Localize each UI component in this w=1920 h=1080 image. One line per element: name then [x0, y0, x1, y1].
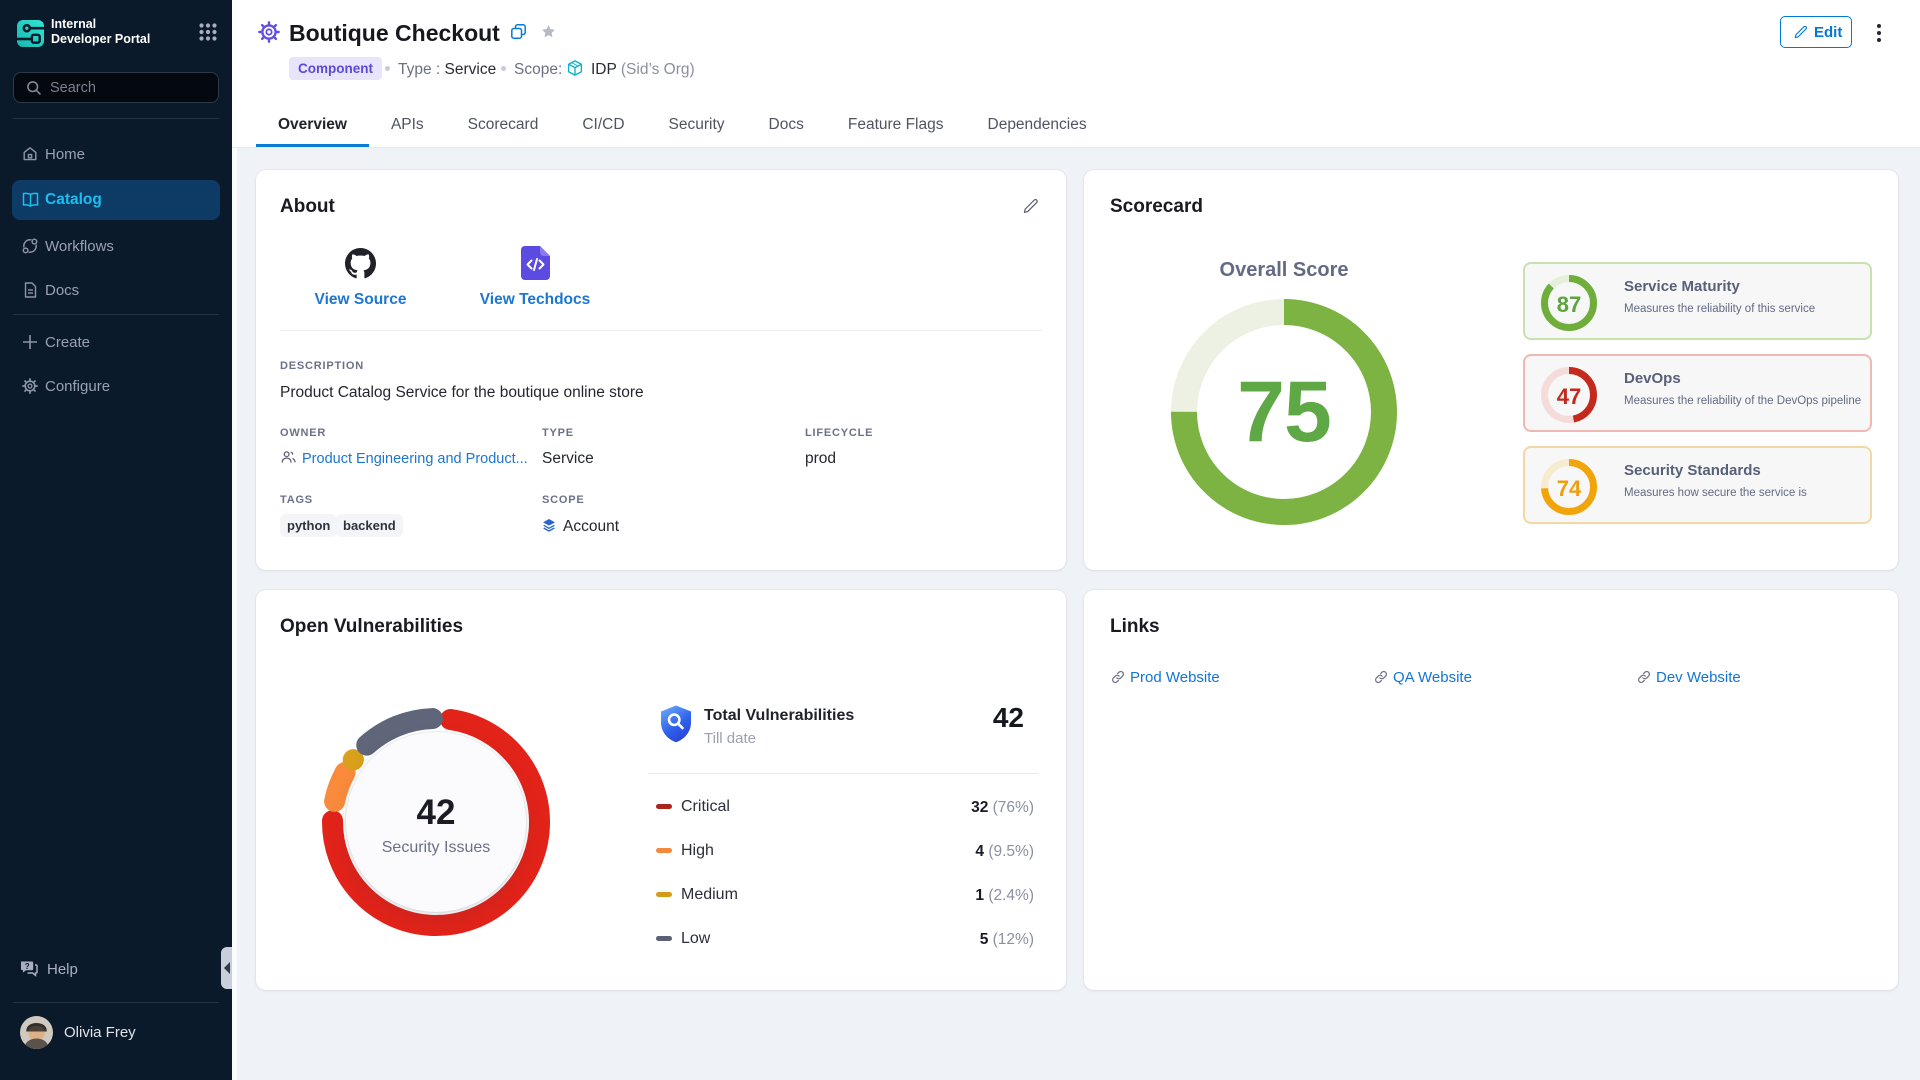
svg-text:?: ?: [25, 962, 30, 971]
